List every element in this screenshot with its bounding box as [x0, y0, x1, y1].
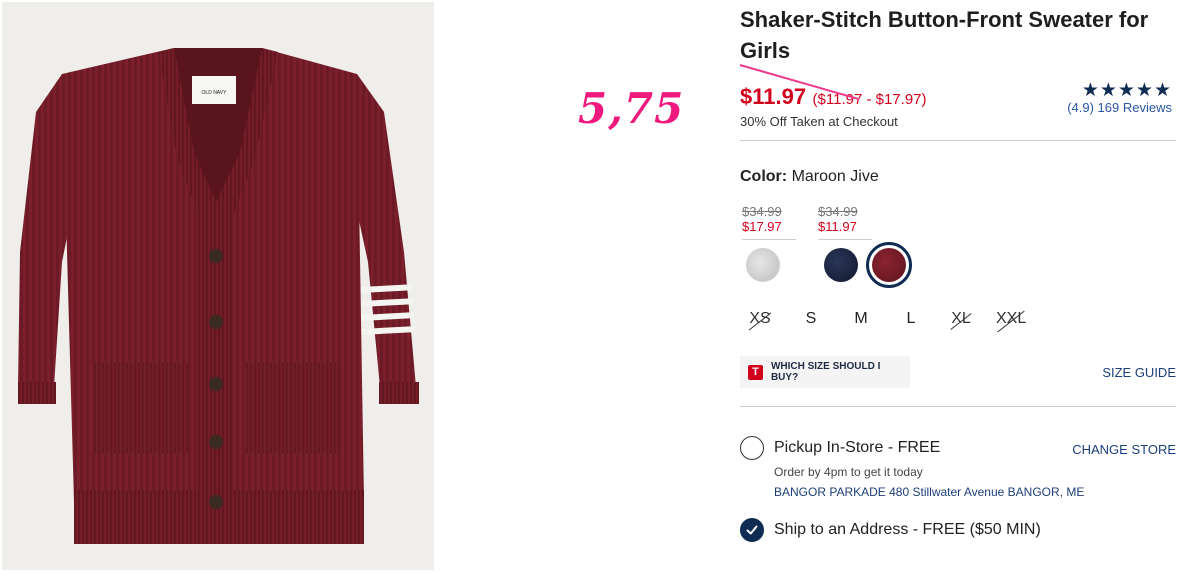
- checkmark-icon: [746, 525, 758, 535]
- size-guide-link[interactable]: SIZE GUIDE: [1102, 365, 1176, 380]
- divider: [740, 406, 1176, 407]
- size-option-xs[interactable]: XS: [748, 310, 772, 334]
- cardigan-illustration: OLD NAVY: [18, 48, 419, 544]
- price-group-underline: [818, 239, 872, 240]
- color-swatch-navy[interactable]: [824, 248, 858, 282]
- divider: [740, 140, 1176, 141]
- size-option-s[interactable]: S: [804, 310, 818, 334]
- product-title: Shaker-Stitch Button-Front Sweater for G…: [740, 7, 1149, 63]
- svg-text:OLD NAVY: OLD NAVY: [202, 90, 228, 96]
- pickup-title: Pickup In-Store - FREE: [774, 439, 941, 456]
- which-size-button[interactable]: T WHICH SIZE SHOULD I BUY?: [740, 356, 910, 388]
- size-option-xxl[interactable]: XXL: [996, 310, 1026, 334]
- change-store-link[interactable]: CHANGE STORE: [1072, 442, 1176, 457]
- pickup-note: Order by 4pm to get it today: [774, 465, 923, 479]
- star-rating-icon: ★★★★★: [1081, 80, 1172, 101]
- rating[interactable]: ★★★★★ (4.9) 169 Reviews: [1067, 80, 1172, 115]
- original-price: $34.99: [818, 204, 858, 219]
- handwritten-price-annotation: 5,75: [578, 84, 685, 133]
- true-fit-icon: T: [748, 364, 763, 380]
- original-price: $34.99: [742, 204, 782, 219]
- color-selected-name: Maroon Jive: [791, 168, 879, 185]
- which-size-label: WHICH SIZE SHOULD I BUY?: [770, 361, 881, 383]
- discount-note: 30% Off Taken at Checkout: [740, 114, 898, 129]
- color-label-title: Color:: [740, 168, 788, 185]
- size-option-l[interactable]: L: [904, 310, 918, 334]
- product-info: Shaker-Stitch Button-Front Sweater for G…: [739, 0, 1178, 572]
- color-price-group: $34.99 $17.97: [742, 204, 796, 240]
- color-swatch-gray[interactable]: [746, 248, 780, 282]
- size-option-xl[interactable]: XL: [950, 310, 972, 334]
- sale-price: $17.97: [742, 219, 782, 234]
- sale-price: $11.97: [818, 219, 857, 234]
- price-group-underline: [742, 239, 796, 240]
- reviews-link[interactable]: (4.9) 169 Reviews: [1067, 100, 1172, 115]
- product-image[interactable]: OLD NAVY: [2, 2, 434, 570]
- price-range: ($11.97 - $17.97): [812, 91, 927, 108]
- size-option-m[interactable]: M: [852, 310, 870, 334]
- store-address-link[interactable]: BANGOR PARKADE 480 Stillwater Avenue BAN…: [774, 485, 1084, 499]
- price-row: $11.97 ($11.97 - $17.97): [740, 84, 927, 110]
- color-price-group: $34.99 $11.97: [818, 204, 872, 240]
- pickup-radio[interactable]: [740, 436, 764, 460]
- color-label: Color: Maroon Jive: [740, 168, 879, 186]
- ship-title: Ship to an Address - FREE ($50 MIN): [774, 521, 1041, 538]
- ship-radio[interactable]: [740, 518, 764, 542]
- current-price: $11.97: [740, 84, 807, 109]
- color-swatch-maroon[interactable]: [872, 248, 906, 282]
